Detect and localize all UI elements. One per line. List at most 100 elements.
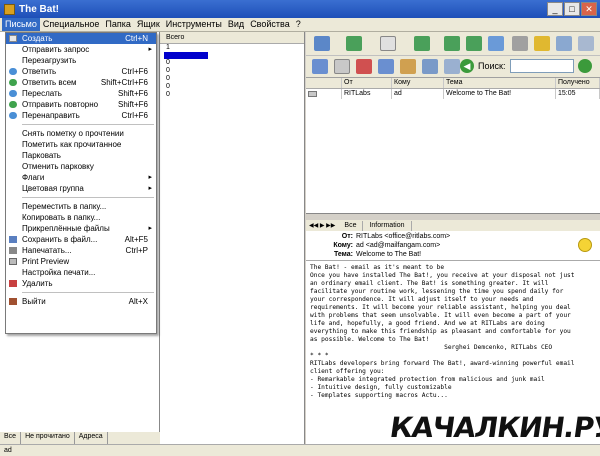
message-header: От: RITLabs <office@ritlabs.com> Кому: ad … (306, 231, 600, 261)
menu-folder[interactable]: Папка (102, 18, 134, 31)
menu-view[interactable]: Вид (225, 18, 247, 31)
menu-item-move-to-folder[interactable]: Переместить в папку... (6, 201, 156, 212)
maximize-button[interactable]: □ (564, 2, 580, 16)
count-value: 0 (166, 59, 170, 66)
menu-item-attachments[interactable]: Прикреплённые файлы ▸ (6, 223, 156, 234)
menu-item-print-preview[interactable]: Print Preview (6, 256, 156, 267)
submenu-arrow-icon: ▸ (148, 225, 152, 232)
envelope-icon[interactable] (556, 36, 572, 51)
smiley-icon (578, 238, 592, 252)
letter-menu-dropdown: Создать Ctrl+N Отправить запрос ▸ Перезагр… (5, 32, 157, 334)
nav-arrows-icon[interactable]: ◀◀ ▶ ▶▶ (306, 222, 338, 229)
menu-item-print-setup[interactable]: Настройка печати... (6, 267, 156, 278)
reply-all-icon[interactable] (444, 36, 460, 51)
menu-item-delete[interactable]: Удалить (6, 278, 156, 289)
new-message-icon[interactable] (380, 36, 396, 51)
submenu-arrow-icon: ▸ (148, 46, 152, 53)
view-icon[interactable] (444, 59, 460, 74)
print-icon (9, 247, 17, 254)
main-toolbar (306, 32, 600, 56)
menu-item-redirect[interactable]: Перенаправить Ctrl+F6 (6, 110, 156, 121)
count-value: 1 (166, 44, 170, 51)
menu-letter[interactable]: Письмо (2, 18, 40, 31)
menu-item-mark-unread[interactable]: Снять пометку о прочтении (6, 128, 156, 139)
folder-icon[interactable] (312, 59, 328, 74)
menu-item-send-query[interactable]: Отправить запрос ▸ (6, 44, 156, 55)
menu-item-copy-to-folder[interactable]: Копировать в папку... (6, 212, 156, 223)
bat-app-icon (4, 3, 15, 15)
delete-icon (9, 280, 17, 287)
column-to[interactable]: Кому (392, 78, 444, 88)
attachment-icon[interactable] (422, 59, 438, 74)
menu-item-create[interactable]: Создать Ctrl+N (6, 33, 156, 44)
menu-tools[interactable]: Инструменты (163, 18, 225, 31)
menu-item-park[interactable]: Парковать (6, 150, 156, 161)
table-row[interactable]: RITLabs ad Welcome to The Bat! 15:05 (306, 89, 600, 99)
menu-item-reply[interactable]: Ответить Ctrl+F6 (6, 66, 156, 77)
message-list: От Кому Тема Получено RITLabs ad Welcome… (306, 78, 600, 214)
message-list-header: От Кому Тема Получено (306, 78, 600, 89)
tab-all-preview[interactable]: Все (338, 220, 364, 231)
send-mail-icon[interactable] (346, 36, 362, 51)
folder-count-column: Всего 1 0 0 0 0 0 (160, 32, 305, 444)
status-text: ad (4, 447, 12, 454)
site-watermark: КАЧАЛКИН.РУ (387, 411, 600, 444)
menu-properties[interactable]: Свойства (247, 18, 293, 31)
column-from[interactable]: От (342, 78, 392, 88)
menu-item-print[interactable]: Напечатать... Ctrl+P (6, 245, 156, 256)
menu-item-color-group[interactable]: Цветовая группа ▸ (6, 183, 156, 194)
reply-all-icon (9, 79, 17, 86)
menu-item-exit[interactable]: Выйти Alt+X (6, 296, 156, 307)
menu-separator (22, 197, 154, 198)
get-mail-icon[interactable] (314, 36, 330, 51)
menu-item-save-to-file[interactable]: Сохранить в файл... Alt+F5 (6, 234, 156, 245)
open-envelope-icon[interactable] (578, 36, 594, 51)
window-title: The Bat! (19, 3, 59, 15)
menu-item-unpark[interactable]: Отменить парковку (6, 161, 156, 172)
forward-icon[interactable] (466, 36, 482, 51)
forward-icon (9, 90, 17, 97)
search-input[interactable] (510, 59, 574, 73)
search-go-button[interactable] (578, 59, 592, 73)
menu-special[interactable]: Специальное (40, 18, 103, 31)
save-icon (9, 236, 17, 243)
menu-item-reload[interactable]: Перезагрузить (6, 55, 156, 66)
minimize-button[interactable]: _ (547, 2, 563, 16)
menu-help[interactable]: ? (293, 18, 304, 31)
flag-icon[interactable] (356, 59, 372, 74)
envelope-icon[interactable] (334, 59, 350, 74)
reply-icon[interactable] (414, 36, 430, 51)
folder-tabs: Все Не прочитано Адреса (0, 432, 160, 444)
menu-item-forward[interactable]: Переслать Shift+F6 (6, 88, 156, 99)
submenu-arrow-icon: ▸ (148, 174, 152, 181)
header-from: От: RITLabs <office@ritlabs.com> (341, 233, 451, 240)
menu-separator (22, 292, 154, 293)
menu-item-mark-read[interactable]: Пометить как прочитанное (6, 139, 156, 150)
menu-item-reply-all[interactable]: Ответить всем Shift+Ctrl+F6 (6, 77, 156, 88)
menu-mailbox[interactable]: Ящик (134, 18, 163, 31)
count-value: 0 (166, 83, 170, 90)
notes-icon[interactable] (534, 36, 550, 51)
tab-unread[interactable]: Не прочитано (21, 432, 75, 444)
close-button[interactable]: ✕ (581, 2, 597, 16)
sort-icon[interactable] (400, 59, 416, 74)
back-button[interactable]: ◀ (460, 59, 474, 73)
column-subject[interactable]: Тема (444, 78, 556, 88)
count-header: Всего (160, 32, 304, 44)
menu-item-flags[interactable]: Флаги ▸ (6, 172, 156, 183)
menu-separator (22, 124, 154, 125)
submenu-arrow-icon: ▸ (148, 185, 152, 192)
tab-addresses[interactable]: Адреса (75, 432, 108, 444)
tab-information[interactable]: Information (363, 220, 412, 231)
delete-icon[interactable] (512, 36, 528, 51)
count-value: 0 (166, 75, 170, 82)
column-flags[interactable] (306, 78, 342, 88)
header-to: Кому: ad <ad@mailfangam.com> (333, 242, 441, 249)
menu-item-resend[interactable]: Отправить повторно Shift+F6 (6, 99, 156, 110)
header-subject: Тема: Welcome to The Bat! (333, 251, 422, 258)
selected-folder-highlight (164, 52, 208, 59)
filter-icon[interactable] (378, 59, 394, 74)
address-book-icon[interactable] (488, 36, 504, 51)
column-received[interactable]: Получено (556, 78, 600, 88)
tab-all[interactable]: Все (0, 432, 22, 444)
